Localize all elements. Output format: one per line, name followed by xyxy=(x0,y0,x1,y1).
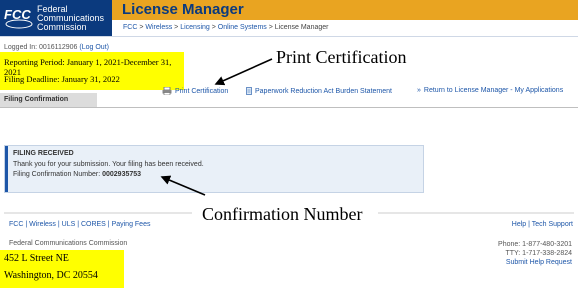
logged-in-label: Logged In: 0016112906 xyxy=(4,44,78,51)
print-certification-link[interactable]: Print Certification xyxy=(162,87,228,95)
fcc-header-brand: FCC Federal Communications Commission xyxy=(0,0,112,36)
confirmation-number-label: Filing Confirmation Number: xyxy=(13,171,101,178)
tty-number: TTY: 1-717-338-2824 xyxy=(505,250,572,257)
fcc-seal-logo-icon: FCC xyxy=(4,7,33,29)
return-to-license-manager-link[interactable]: » Return to License Manager - My Applica… xyxy=(417,87,563,94)
return-label: Return to License Manager - My Applicati… xyxy=(423,87,564,94)
agency-name: Federal Communications Commission xyxy=(37,4,105,32)
breadcrumb-current: License Manager xyxy=(274,24,329,31)
filing-deadline: Filing Deadline: January 31, 2022 xyxy=(4,74,120,84)
confirmation-number-row: Filing Confirmation Number: 0002935753 xyxy=(13,171,141,178)
print-certification-label: Print Certification xyxy=(175,87,229,95)
submit-help-request-link[interactable]: Submit Help Request xyxy=(498,258,572,267)
logout-link[interactable]: (Log Out) xyxy=(79,44,109,51)
confirmation-number-annotation: Confirmation Number xyxy=(202,204,363,224)
paperwork-reduction-label: Paperwork Reduction Act Burden Statement xyxy=(255,87,392,95)
breadcrumb-wireless[interactable]: Wireless xyxy=(145,24,172,31)
footer-org-name: Federal Communications Commission xyxy=(9,240,128,247)
confirmation-number-value: 0002935753 xyxy=(102,171,142,178)
logged-in-status: Logged In: 0016112906 (Log Out) xyxy=(4,44,109,51)
double-chevron-right-icon: » xyxy=(417,87,421,94)
paperwork-reduction-link[interactable]: Paperwork Reduction Act Burden Statement xyxy=(246,87,392,95)
app-header-bar: License Manager xyxy=(112,0,578,20)
reporting-period-callout: Reporting Period: January 1, 2021-Decemb… xyxy=(0,52,184,90)
footer-contact: Phone: 1-877-480-3201 TTY: 1-717-338-282… xyxy=(498,240,572,267)
help-links[interactable]: Help | Tech Support xyxy=(512,221,573,228)
address-callout: 452 L Street NE Washington, DC 20554 xyxy=(0,250,124,288)
breadcrumb-online-systems[interactable]: Online Systems xyxy=(218,24,267,31)
tab-filing-confirmation[interactable]: Filing Confirmation xyxy=(0,93,97,107)
breadcrumb-licensing[interactable]: Licensing xyxy=(180,24,210,31)
print-certification-arrow xyxy=(214,58,273,86)
panel-accent-bar xyxy=(5,146,8,192)
app-title: License Manager xyxy=(122,1,244,18)
breadcrumb-fcc[interactable]: FCC xyxy=(123,24,137,31)
address-line-2: Washington, DC 20554 xyxy=(4,270,98,281)
printer-icon xyxy=(162,87,172,95)
filing-received-title: FILING RECEIVED xyxy=(13,150,74,157)
filing-received-panel: FILING RECEIVED Thank you for your submi… xyxy=(4,145,424,193)
phone-number: Phone: 1-877-480-3201 xyxy=(498,241,572,248)
footer-links[interactable]: FCC | Wireless | ULS | CORES | Paying Fe… xyxy=(9,221,150,228)
header-divider xyxy=(0,36,578,37)
breadcrumb: FCC > Wireless > Licensing > Online Syst… xyxy=(123,24,329,31)
print-certification-annotation: Print Certification xyxy=(276,47,407,67)
filing-received-message: Thank you for your submission. Your fili… xyxy=(13,161,204,168)
tab-underline xyxy=(0,107,578,108)
document-icon xyxy=(246,87,252,95)
address-line-1: 452 L Street NE xyxy=(4,253,69,264)
